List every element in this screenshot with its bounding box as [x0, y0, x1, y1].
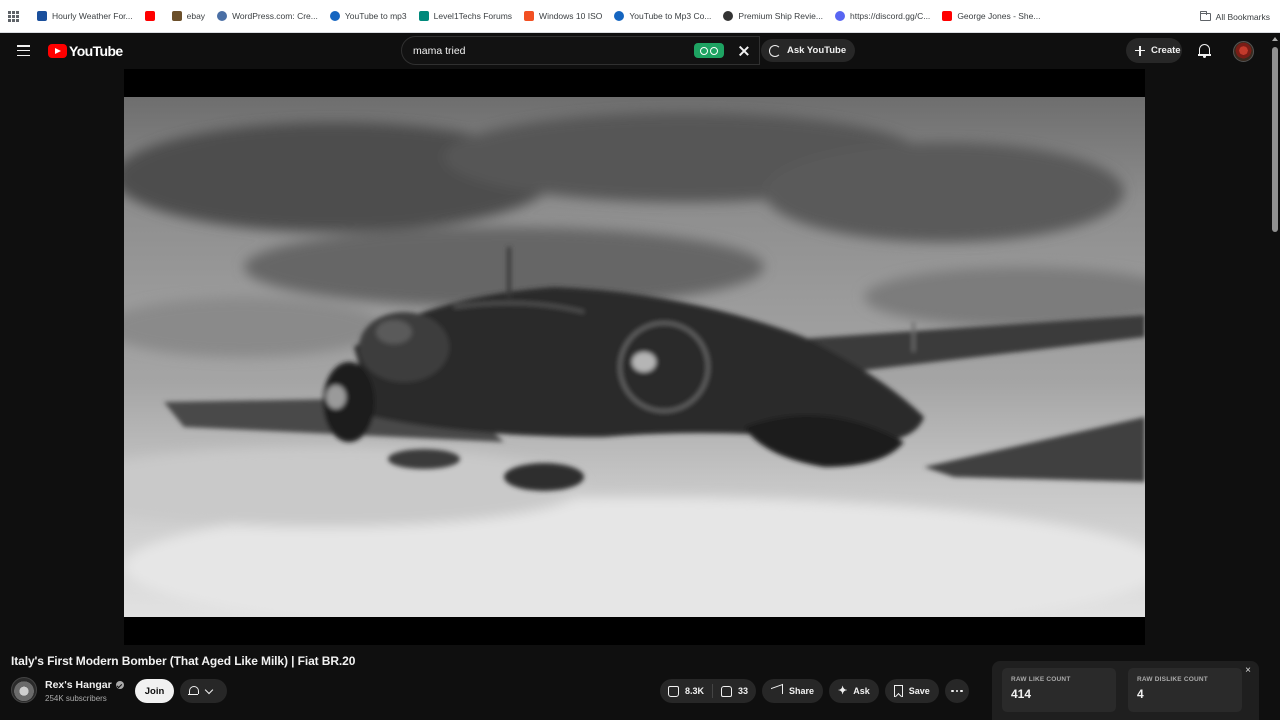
- create-button[interactable]: Create: [1126, 38, 1182, 63]
- dislike-button[interactable]: 33: [713, 679, 756, 703]
- logo-text: YouTube: [69, 43, 123, 59]
- bookmark-label: WordPress.com: Cre...: [232, 11, 318, 21]
- page-scrollbar[interactable]: [1270, 33, 1280, 720]
- like-button[interactable]: 8.3K: [660, 679, 712, 703]
- ask-icon: [769, 44, 781, 57]
- extension-badge-icon[interactable]: [694, 43, 724, 58]
- search-query[interactable]: mama tried: [413, 45, 466, 57]
- bookmark-label: Hourly Weather For...: [52, 11, 133, 21]
- weather-icon: [37, 11, 47, 21]
- wordpress-icon: [217, 11, 228, 21]
- windows-icon: [524, 11, 535, 21]
- bookmark-item[interactable]: WordPress.com: Cre...: [212, 5, 323, 27]
- bookmark-label: Windows 10 ISO: [539, 11, 603, 21]
- bookmark-item[interactable]: Premium Ship Revie...: [718, 5, 828, 27]
- chevron-down-icon: [204, 685, 214, 694]
- ask-youtube-label: Ask YouTube: [787, 45, 847, 56]
- video-actions: 8.3K 33 Share ✦ Ask Save: [660, 679, 969, 703]
- raw-counts-panel: × RAW LIKE COUNT 414 RAW DISLIKE COUNT 4: [992, 661, 1259, 720]
- ask-youtube-button[interactable]: Ask YouTube: [761, 39, 855, 62]
- apps-icon[interactable]: [0, 0, 26, 33]
- menu-icon[interactable]: [17, 45, 30, 56]
- video-title: Italy's First Modern Bomber (That Aged L…: [11, 654, 356, 668]
- level1-icon: [418, 11, 429, 21]
- converter-icon: [614, 11, 625, 21]
- search-input[interactable]: mama tried: [401, 36, 760, 65]
- raw-dislike-label: RAW DISLIKE COUNT: [1137, 676, 1208, 683]
- youtube-icon: [942, 11, 953, 21]
- bookmark-label: ebay: [186, 11, 206, 21]
- bookmark-label: George Jones - She...: [957, 11, 1041, 21]
- ebay-icon: [171, 11, 182, 21]
- scroll-thumb[interactable]: [1272, 47, 1278, 232]
- join-button[interactable]: Join: [135, 679, 174, 703]
- bookmark-item[interactable]: YouTube to mp3: [325, 5, 412, 27]
- verified-icon: [115, 681, 124, 689]
- bookmark-label: Premium Ship Revie...: [738, 11, 823, 21]
- bookmark-item[interactable]: Hourly Weather For...: [32, 5, 138, 27]
- bookmark-item[interactable]: ebay: [167, 5, 210, 27]
- bomber-plane-image: [124, 112, 1145, 617]
- all-bookmarks-label: All Bookmarks: [1215, 11, 1270, 22]
- raw-dislike-value: 4: [1137, 687, 1144, 701]
- ask-button[interactable]: ✦ Ask: [829, 679, 879, 703]
- raw-like-label: RAW LIKE COUNT: [1011, 676, 1071, 683]
- like-count: 8.3K: [685, 686, 705, 696]
- account-avatar[interactable]: [1233, 41, 1254, 62]
- raw-like-card: RAW LIKE COUNT 414: [1002, 668, 1116, 712]
- share-icon: [771, 683, 784, 699]
- more-actions-icon[interactable]: [944, 679, 969, 703]
- channel-name-link[interactable]: Rex's Hangar: [45, 679, 124, 691]
- video-player[interactable]: [124, 69, 1145, 645]
- like-dislike-group: 8.3K 33: [660, 679, 757, 703]
- bookmark-label: YouTube to Mp3 Co...: [629, 11, 712, 21]
- plus-icon: [1135, 45, 1145, 56]
- bookmark-item[interactable]: [140, 5, 165, 27]
- video-frame[interactable]: [124, 97, 1145, 617]
- share-button[interactable]: Share: [762, 679, 824, 703]
- bookmarks-bar: Hourly Weather For... ebay WordPress.com: …: [0, 0, 1280, 33]
- bookmark-label: https://discord.gg/C...: [849, 11, 931, 21]
- dislike-count: 33: [738, 686, 749, 696]
- create-label: Create: [1151, 45, 1181, 56]
- thumbs-down-icon: [721, 685, 733, 697]
- discord-icon: [834, 11, 845, 21]
- save-button[interactable]: Save: [884, 679, 939, 703]
- channel-avatar[interactable]: [11, 677, 37, 703]
- converter-icon: [329, 11, 340, 21]
- bookmark-label: YouTube to mp3: [344, 11, 407, 21]
- share-label: Share: [789, 686, 815, 696]
- bookmark-list: Hourly Weather For... ebay WordPress.com: …: [32, 5, 1047, 27]
- subscription-notifications-button[interactable]: [180, 679, 227, 703]
- channel-name[interactable]: Rex's Hangar: [45, 679, 112, 691]
- clear-search-icon[interactable]: [736, 43, 752, 59]
- bookmark-item[interactable]: George Jones - She...: [937, 5, 1045, 27]
- close-icon[interactable]: ×: [1245, 665, 1251, 676]
- raw-like-value: 414: [1011, 687, 1032, 701]
- notifications-bell-icon[interactable]: [1198, 44, 1211, 58]
- all-bookmarks[interactable]: All Bookmarks: [1199, 0, 1270, 33]
- masthead: YouTube mama tried Ask YouTube Create: [0, 33, 1280, 69]
- raw-dislike-card: RAW DISLIKE COUNT 4: [1128, 668, 1242, 712]
- bookmark-item[interactable]: YouTube to Mp3 Co...: [609, 5, 716, 27]
- ask-label: Ask: [853, 686, 870, 696]
- bookmark-item[interactable]: Level1Techs Forums: [414, 5, 517, 27]
- bookmark-label: Level1Techs Forums: [433, 11, 513, 21]
- sparkle-icon: ✦: [838, 684, 848, 697]
- youtube-icon: [144, 11, 155, 21]
- bell-icon: [188, 685, 199, 697]
- youtube-play-icon: [48, 44, 67, 58]
- folder-icon: [1199, 10, 1211, 21]
- bookmark-item[interactable]: Windows 10 ISO: [519, 5, 607, 27]
- ship-icon: [723, 11, 734, 21]
- youtube-logo[interactable]: YouTube: [48, 43, 123, 59]
- save-label: Save: [908, 686, 930, 696]
- thumbs-up-icon: [668, 685, 679, 697]
- bookmark-icon: [893, 685, 903, 697]
- subscriber-count: 254K subscribers: [45, 694, 107, 703]
- bookmark-item[interactable]: https://discord.gg/C...: [830, 5, 935, 27]
- scroll-up-icon[interactable]: [1272, 37, 1278, 41]
